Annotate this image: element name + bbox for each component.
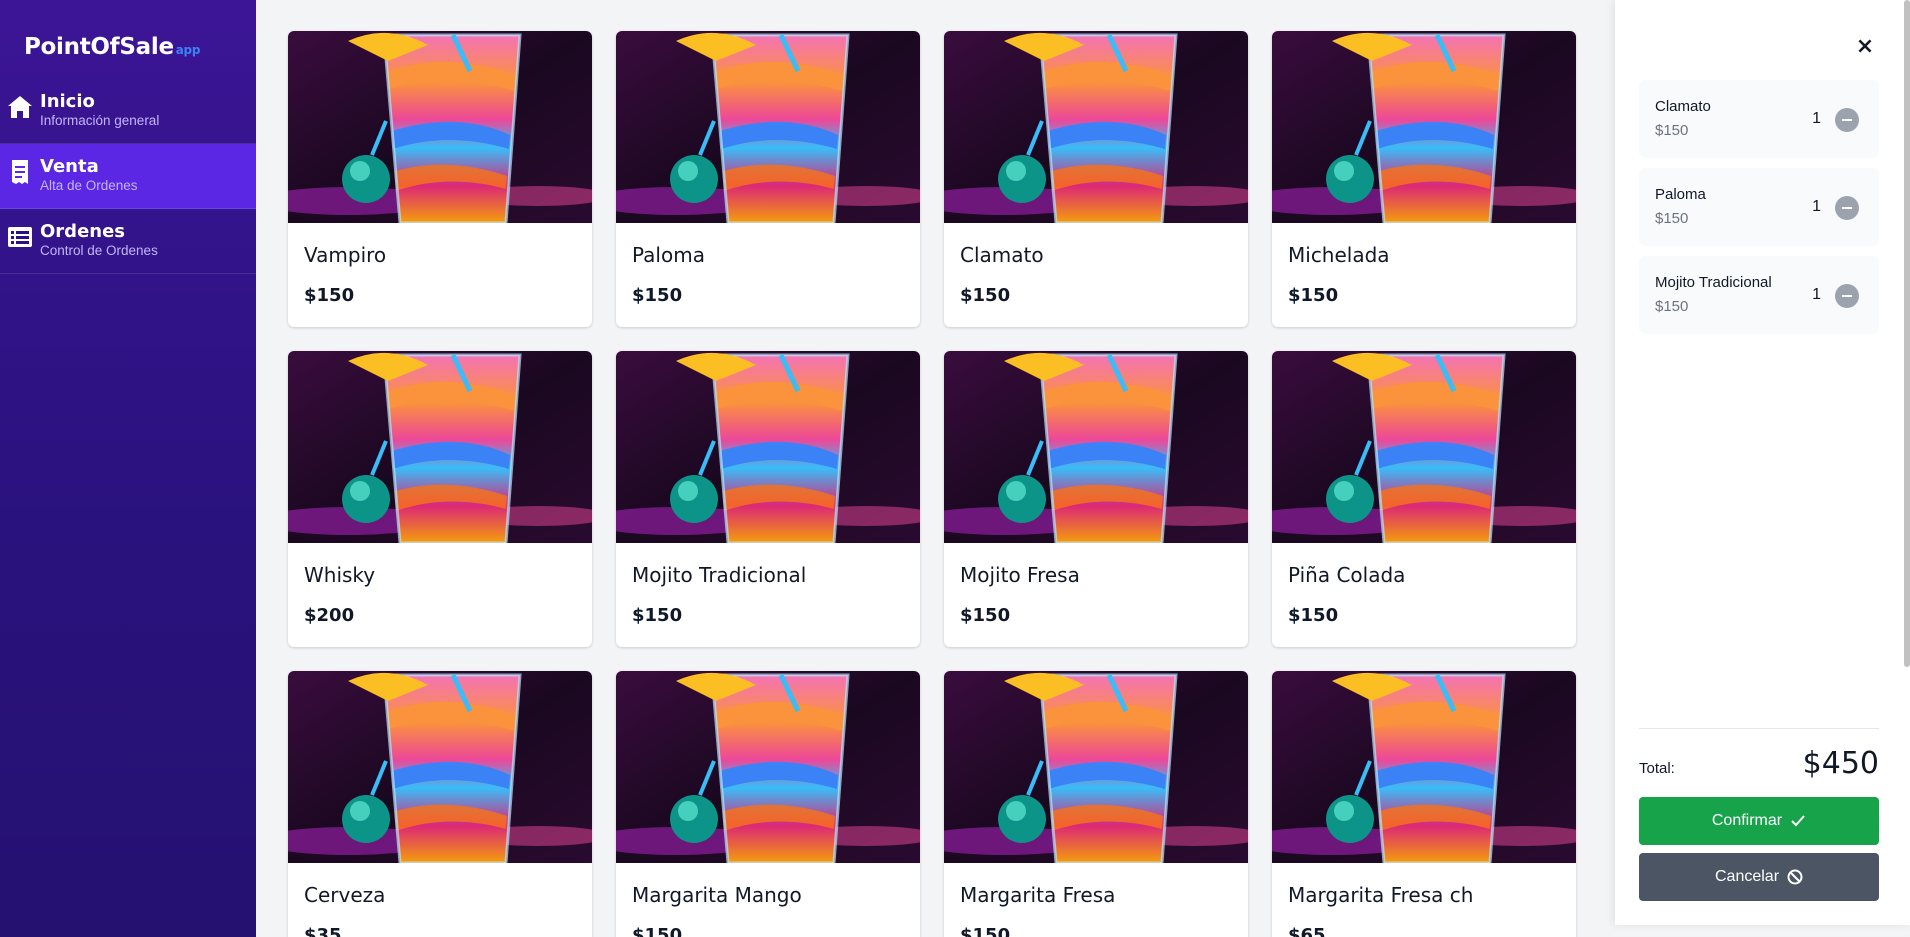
cart-item-price: $150 [1655,210,1689,227]
cart-item-name: Paloma [1655,186,1706,203]
product-card-mojito-tradicional[interactable]: Mojito Tradicional $150 [616,351,920,647]
product-card-pina-colada[interactable]: Piña Colada $150 [1272,351,1576,647]
product-card-vampiro[interactable]: Vampiro $150 [288,31,592,327]
cart-item-name: Mojito Tradicional [1655,274,1772,291]
minus-icon[interactable] [1835,196,1859,220]
product-name: Margarita Fresa ch [1288,883,1474,907]
nav-item-venta[interactable]: Venta Alta de Ordenes [0,144,256,209]
product-card-clamato[interactable]: Clamato $150 [944,31,1248,327]
nav-item-subtitle: Información general [40,113,160,128]
product-name: Cerveza [304,883,386,907]
product-name: Paloma [632,243,705,267]
product-card-margarita-fresa[interactable]: Margarita Fresa $150 [944,671,1248,937]
nav-item-title: Venta [40,156,99,177]
product-image [616,31,920,223]
product-image [288,351,592,543]
cart-item-name: Clamato [1655,98,1711,115]
nav-item-title: Inicio [40,91,95,112]
product-image [944,351,1248,543]
nav-item-title: Ordenes [40,221,126,242]
product-card-paloma[interactable]: Paloma $150 [616,31,920,327]
ban-icon [1787,869,1803,885]
product-price: $150 [960,605,1011,626]
product-price: $150 [1288,285,1339,306]
nav-item-subtitle: Control de Ordenes [40,243,158,258]
cart-item-price: $150 [1655,122,1689,139]
cancel-button[interactable]: Cancelar [1639,853,1879,901]
product-card-margarita-fresa-ch[interactable]: Margarita Fresa ch $65 [1272,671,1576,937]
product-price: $150 [960,925,1011,937]
product-price: $150 [632,285,683,306]
cart-item: Mojito Tradicional $150 1 [1639,256,1879,334]
nav-item-subtitle: Alta de Ordenes [40,178,138,193]
cart-item: Paloma $150 1 [1639,168,1879,246]
cancel-label: Cancelar [1714,868,1780,885]
product-image [288,671,592,863]
cart-item-qty: 1 [1812,110,1821,127]
product-grid: Vampiro $150 Paloma $150 Clamato $150 Mi… [288,31,1576,937]
nav-item-ordenes[interactable]: Ordenes Control de Ordenes [0,209,256,274]
brand-suffix: app [175,43,201,57]
confirm-button[interactable]: Confirmar [1639,797,1879,845]
product-name: Piña Colada [1288,563,1406,587]
product-name: Margarita Fresa [960,883,1116,907]
cart-item-qty: 1 [1812,286,1821,303]
cart-item-qty: 1 [1812,198,1821,215]
product-price: $35 [304,925,342,937]
cart-item-price: $150 [1655,298,1689,315]
product-price: $200 [304,605,355,626]
check-icon [1791,815,1805,827]
product-name: Clamato [960,243,1044,267]
product-card-cerveza[interactable]: Cerveza $35 [288,671,592,937]
product-name: Mojito Tradicional [632,563,807,587]
product-price: $150 [632,925,683,937]
scrollbar[interactable] [1904,0,1910,667]
confirm-label: Confirmar [1711,812,1783,829]
cart-item: Clamato $150 1 [1639,80,1879,158]
product-image [616,351,920,543]
main-nav: Inicio Información general Venta Alta de… [0,79,256,274]
cart-divider [1639,728,1879,729]
product-price: $150 [304,285,355,306]
product-image [944,31,1248,223]
product-name: Mojito Fresa [960,563,1080,587]
product-image [944,671,1248,863]
brand-name: PointOfSale [24,34,174,60]
product-name: Michelada [1288,243,1390,267]
brand-logo[interactable]: PointOfSale app [24,34,200,60]
product-name: Vampiro [304,243,387,267]
total-label: Total: [1639,760,1675,777]
receipt-icon [12,160,28,184]
product-image [1272,351,1576,543]
product-image [288,31,592,223]
product-price: $65 [1288,925,1326,937]
product-price: $150 [1288,605,1339,626]
close-icon[interactable]: × [1854,36,1876,58]
product-name: Margarita Mango [632,883,802,907]
home-icon [8,96,32,118]
product-name: Whisky [304,563,376,587]
minus-icon[interactable] [1835,284,1859,308]
sidebar: PointOfSale app Inicio Información genera… [0,0,256,937]
product-card-whisky[interactable]: Whisky $200 [288,351,592,647]
product-image [616,671,920,863]
product-image [1272,31,1576,223]
product-image [1272,671,1576,863]
total-value: $450 [1802,746,1879,781]
product-card-mojito-fresa[interactable]: Mojito Fresa $150 [944,351,1248,647]
product-card-margarita-mango[interactable]: Margarita Mango $150 [616,671,920,937]
product-price: $150 [960,285,1011,306]
cart-items: Clamato $150 1 Paloma $150 1 Mojito Trad… [1639,80,1879,344]
product-card-michelada[interactable]: Michelada $150 [1272,31,1576,327]
minus-icon[interactable] [1835,108,1859,132]
list-icon [8,227,32,247]
product-price: $150 [632,605,683,626]
nav-item-inicio[interactable]: Inicio Información general [0,79,256,144]
